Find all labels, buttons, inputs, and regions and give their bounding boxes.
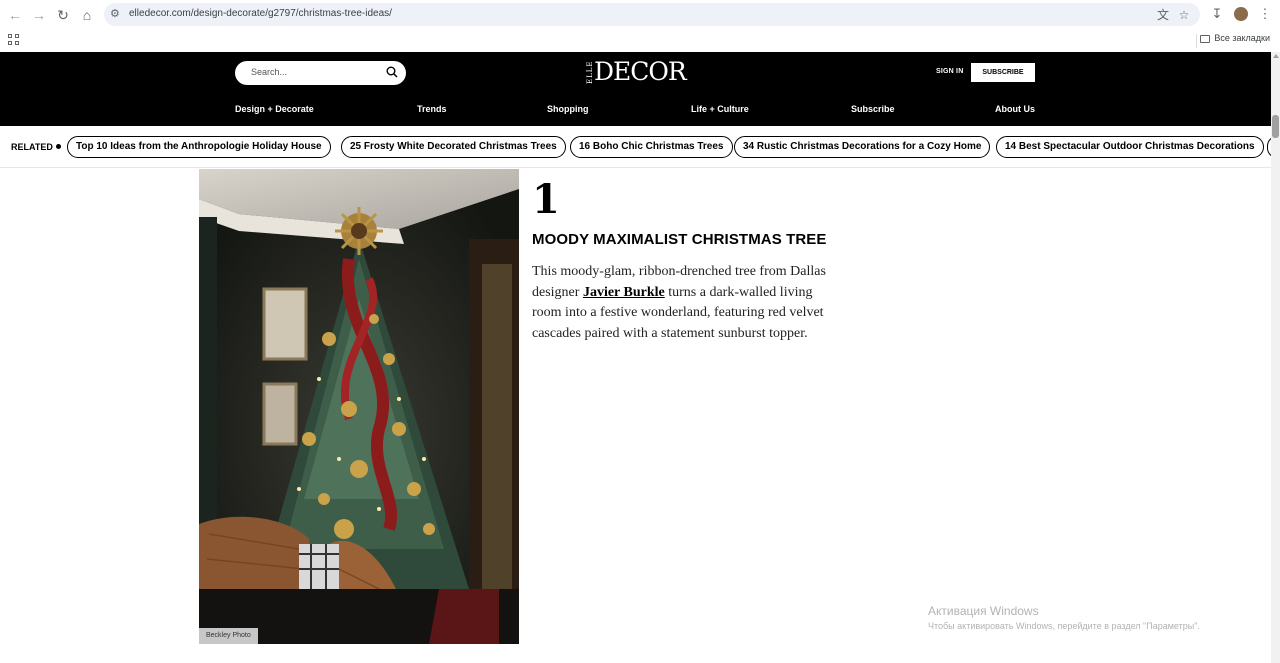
- scroll-thumb[interactable]: [1272, 115, 1279, 138]
- home-icon[interactable]: ⌂: [78, 6, 96, 24]
- browser-toolbar: ← → ↻ ⌂ ⚙ elledecor.com/design-decorate/…: [0, 0, 1280, 30]
- related-link[interactable]: 14 Best Spectacular Outdoor Christmas De…: [996, 136, 1264, 158]
- bookmarks-divider: [1196, 34, 1197, 48]
- logo-decor: DECOR: [594, 57, 687, 86]
- all-bookmarks-label: Все закладки: [1214, 33, 1270, 43]
- translate-icon[interactable]: 文: [1156, 8, 1170, 22]
- main-nav: Design + Decorate Trends Shopping Life +…: [0, 104, 1271, 124]
- related-link[interactable]: 25 Frosty White Decorated Christmas Tree…: [341, 136, 566, 158]
- search-icon[interactable]: [386, 66, 398, 78]
- windows-activation-title: Активация Windows: [928, 604, 1039, 618]
- christmas-tree-photo: [199, 169, 519, 644]
- related-label-text: RELATED: [11, 142, 53, 152]
- subscribe-button[interactable]: SUBSCRIBE: [971, 63, 1035, 82]
- nav-shopping[interactable]: Shopping: [547, 104, 589, 114]
- related-bar: RELATED Top 10 Ideas from the Anthropolo…: [0, 126, 1271, 168]
- related-link[interactable]: 16 Boho Chic Christmas Trees: [570, 136, 733, 158]
- forward-icon[interactable]: →: [30, 6, 48, 24]
- related-link[interactable]: 34 Rustic Christmas Decorations for a Co…: [734, 136, 991, 158]
- site-logo[interactable]: ELLEDECOR: [586, 57, 687, 86]
- logo-elle: ELLE: [586, 60, 594, 84]
- back-icon[interactable]: ←: [6, 6, 24, 24]
- nav-trends[interactable]: Trends: [417, 104, 447, 114]
- scroll-up-icon[interactable]: [1273, 54, 1279, 58]
- address-bar[interactable]: ⚙ elledecor.com/design-decorate/g2797/ch…: [104, 3, 1200, 26]
- page-scrollbar[interactable]: [1271, 52, 1280, 663]
- download-icon[interactable]: ↧: [1209, 6, 1225, 22]
- reload-icon[interactable]: ↻: [54, 6, 72, 24]
- sign-in-link[interactable]: SIGN IN: [936, 68, 963, 75]
- related-dot-icon: [55, 144, 61, 149]
- nav-life-culture[interactable]: Life + Culture: [691, 104, 749, 114]
- apps-grid-icon[interactable]: [8, 34, 19, 45]
- windows-activation-text: Чтобы активировать Windows, перейдите в …: [928, 621, 1200, 631]
- related-label: RELATED: [11, 142, 61, 152]
- search-input[interactable]: Search...: [235, 61, 406, 85]
- site-header: Search... ELLEDECOR SIGN IN SUBSCRIBE De…: [0, 52, 1271, 126]
- nav-design-decorate[interactable]: Design + Decorate: [235, 104, 314, 114]
- bookmarks-bar: Все закладки: [0, 30, 1280, 52]
- url-text[interactable]: elledecor.com/design-decorate/g2797/chri…: [129, 8, 392, 19]
- search-placeholder: Search...: [251, 67, 288, 77]
- tree-illustration: [199, 169, 519, 644]
- designer-link[interactable]: Javier Burkle: [583, 285, 665, 300]
- folder-icon: [1200, 34, 1211, 43]
- slide-description: This moody-glam, ribbon-drenched tree fr…: [532, 262, 838, 344]
- profile-avatar[interactable]: [1234, 7, 1248, 21]
- menu-dots-icon[interactable]: ⋮: [1257, 6, 1273, 22]
- photo-credit: Beckley Photo: [199, 628, 258, 644]
- slide-number: 1: [532, 176, 560, 223]
- slide-title: MOODY MAXIMALIST CHRISTMAS TREE: [532, 231, 827, 248]
- nav-about-us[interactable]: About Us: [995, 104, 1035, 114]
- all-bookmarks-button[interactable]: Все закладки: [1200, 33, 1270, 43]
- site-info-icon[interactable]: ⚙: [110, 7, 124, 21]
- related-link[interactable]: Top 10 Ideas from the Anthropologie Holi…: [67, 136, 331, 158]
- nav-subscribe[interactable]: Subscribe: [851, 104, 895, 114]
- bookmark-star-icon[interactable]: ☆: [1177, 8, 1191, 22]
